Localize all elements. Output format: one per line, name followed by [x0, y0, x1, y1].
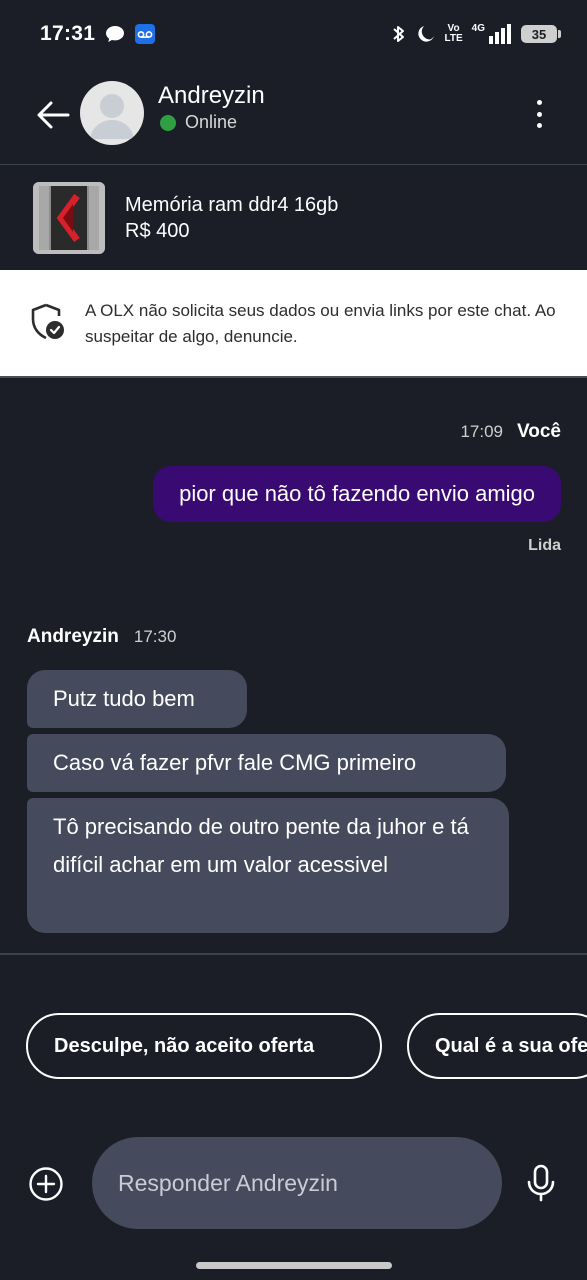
- home-indicator[interactable]: [196, 1262, 392, 1269]
- user-placeholder-icon: [90, 94, 134, 139]
- quick-reply-decline-offer[interactable]: Desculpe, não aceito oferta: [26, 1013, 382, 1079]
- incoming-message-bubble[interactable]: Caso vá fazer pfvr fale CMG primeiro: [27, 734, 506, 792]
- quick-reply-ask-offer[interactable]: Qual é a sua oferta?: [407, 1013, 587, 1079]
- more-options-button[interactable]: [529, 96, 549, 132]
- bluetooth-icon: [391, 23, 407, 45]
- warning-text: A OLX não solicita seus dados ou envia l…: [85, 301, 556, 346]
- presence-label: Online: [185, 112, 238, 132]
- contact-name: Andreyzin: [158, 82, 265, 109]
- add-attachment-button[interactable]: [28, 1166, 64, 1202]
- product-title: Memória ram ddr4 16gb: [125, 194, 339, 216]
- chat-header: Andreyzin Online: [0, 72, 587, 162]
- warning-divider: [0, 376, 587, 378]
- volte-indicator: Vo LTE: [445, 24, 463, 44]
- header-divider: [0, 164, 587, 165]
- microphone-button[interactable]: [526, 1164, 556, 1202]
- moon-icon: [416, 24, 436, 44]
- message-time: 17:09: [460, 422, 503, 441]
- ram-module-icon: [33, 182, 105, 254]
- incoming-message-meta: Andreyzin 17:30: [27, 626, 176, 648]
- outgoing-message-bubble[interactable]: pior que não tô fazendo envio amigo: [153, 466, 561, 522]
- dot-icon: [536, 100, 542, 105]
- avatar[interactable]: [80, 81, 144, 145]
- outgoing-message-meta: 17:09 Você: [460, 421, 561, 443]
- message-sender: Você: [516, 421, 561, 442]
- status-time: 17:31: [40, 22, 96, 45]
- shield-check-icon: [31, 303, 64, 340]
- message-sender: Andreyzin: [27, 626, 119, 647]
- voicemail-icon: [135, 24, 156, 44]
- product-thumbnail: [33, 182, 105, 254]
- dot-icon: [536, 123, 542, 128]
- safety-warning-banner: A OLX não solicita seus dados ou envia l…: [0, 270, 587, 376]
- status-bar: 17:31 Vo LTE 4G 35: [0, 0, 587, 68]
- presence-status: Online: [160, 112, 237, 133]
- incoming-message-bubble[interactable]: Tô precisando de outro pente da juhor e …: [27, 798, 509, 933]
- dot-icon: [536, 111, 542, 117]
- battery-icon: 35: [521, 25, 561, 43]
- status-right: Vo LTE 4G 35: [391, 22, 561, 45]
- network-type: 4G: [471, 22, 485, 34]
- message-time: 17:30: [133, 627, 177, 646]
- reply-input[interactable]: [92, 1137, 502, 1229]
- read-receipt: Lida: [528, 537, 561, 554]
- arrow-left-icon: [37, 101, 70, 129]
- messages-divider: [0, 953, 587, 955]
- back-button[interactable]: [34, 96, 72, 134]
- volte-label-bottom: LTE: [444, 33, 463, 44]
- product-price: R$ 400: [125, 220, 190, 242]
- online-dot-icon: [160, 114, 176, 131]
- chat-bubble-icon: [105, 25, 125, 43]
- signal-icon: [488, 24, 512, 44]
- product-card[interactable]: Memória ram ddr4 16gb R$ 400: [0, 166, 587, 270]
- incoming-message-bubble[interactable]: Putz tudo bem: [27, 670, 247, 728]
- status-left: 17:31: [40, 22, 156, 46]
